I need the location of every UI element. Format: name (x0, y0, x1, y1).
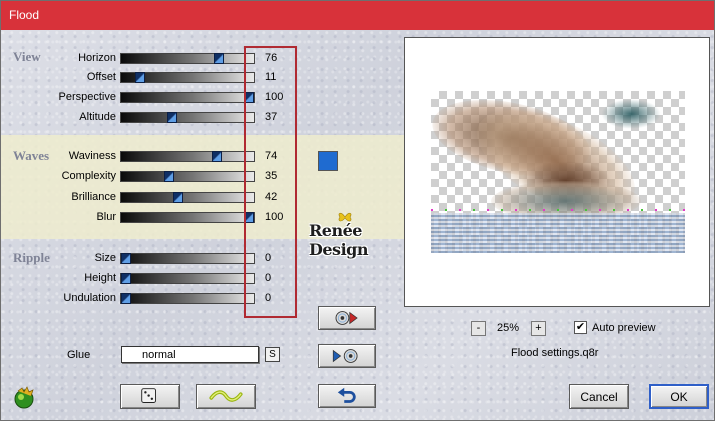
brilliance-slider[interactable] (120, 192, 255, 203)
horizon-slider-thumb[interactable] (214, 53, 224, 64)
altitude-label: Altitude (79, 111, 116, 123)
complexity-slider[interactable] (120, 171, 255, 182)
altitude-slider[interactable] (120, 112, 255, 123)
zoom-out-button[interactable]: - (471, 321, 486, 336)
auto-preview-checkbox[interactable]: ✔ (574, 321, 587, 334)
brilliance-slider-thumb[interactable] (173, 192, 183, 203)
glue-label: Glue (67, 349, 91, 361)
height-slider-thumb[interactable] (121, 273, 131, 284)
offset-slider[interactable] (120, 72, 255, 83)
disc-arrow-right-icon (335, 311, 358, 325)
blur-label: Blur (96, 211, 116, 223)
offset-slider-thumb[interactable] (135, 72, 145, 83)
wave-icon (209, 390, 243, 402)
wave-color-swatch[interactable] (318, 151, 338, 171)
waviness-label: Waviness (68, 150, 116, 162)
waviness-slider[interactable] (120, 151, 255, 162)
auto-preview-label: Auto preview (592, 322, 656, 334)
horizon-label: Horizon (78, 52, 116, 64)
size-slider[interactable] (120, 253, 255, 264)
reset-button[interactable] (318, 384, 376, 408)
dice-icon (141, 388, 156, 403)
height-slider[interactable] (120, 273, 255, 284)
flood-dialog: Flood View Horizon 76 Offset 11 Perspect… (0, 0, 715, 421)
glue-mode-select[interactable]: normal (121, 346, 259, 363)
preview-image (431, 91, 685, 253)
size-slider-thumb[interactable] (121, 253, 131, 264)
complexity-label: Complexity (61, 170, 116, 182)
glue-s-button[interactable]: S (265, 347, 280, 362)
highlight-frame (244, 46, 297, 318)
horizon-slider[interactable] (120, 53, 255, 64)
undo-arrow-icon (337, 387, 356, 403)
window-title: Flood (9, 8, 40, 22)
title-bar: Flood (1, 1, 714, 30)
filters-unlimited-logo-icon[interactable] (12, 385, 36, 409)
cancel-button-label: Cancel (580, 389, 618, 404)
settings-filename: Flood settings.q8r (511, 347, 599, 359)
offset-label: Offset (86, 71, 116, 83)
randomize-button[interactable] (120, 384, 180, 409)
undulation-slider-thumb[interactable] (121, 293, 131, 304)
perspective-label: Perspective (58, 91, 116, 103)
wave-preset-button[interactable] (196, 384, 256, 409)
zoom-level: 25% (497, 322, 520, 334)
undulation-label: Undulation (63, 292, 116, 304)
brilliance-label: Brilliance (71, 191, 116, 203)
load-preset-button[interactable] (318, 344, 376, 368)
ok-button-label: OK (670, 389, 688, 404)
size-label: Size (94, 252, 116, 264)
blur-slider[interactable] (120, 212, 255, 223)
height-label: Height (84, 272, 116, 284)
butterfly-icon (338, 212, 352, 222)
waviness-slider-thumb[interactable] (212, 151, 222, 162)
cancel-button[interactable]: Cancel (569, 384, 629, 409)
complexity-slider-thumb[interactable] (164, 171, 174, 182)
perspective-slider[interactable] (120, 92, 255, 103)
altitude-slider-thumb[interactable] (167, 112, 177, 123)
save-preset-button[interactable] (318, 306, 376, 330)
watermark-text: Renée Design (309, 221, 368, 259)
watermark: Renée Design (309, 212, 401, 259)
arrow-disc-icon (332, 349, 358, 363)
undulation-slider[interactable] (120, 293, 255, 304)
ok-button[interactable]: OK (649, 384, 709, 409)
zoom-in-button[interactable]: + (531, 321, 546, 336)
preview-panel[interactable] (404, 37, 710, 307)
